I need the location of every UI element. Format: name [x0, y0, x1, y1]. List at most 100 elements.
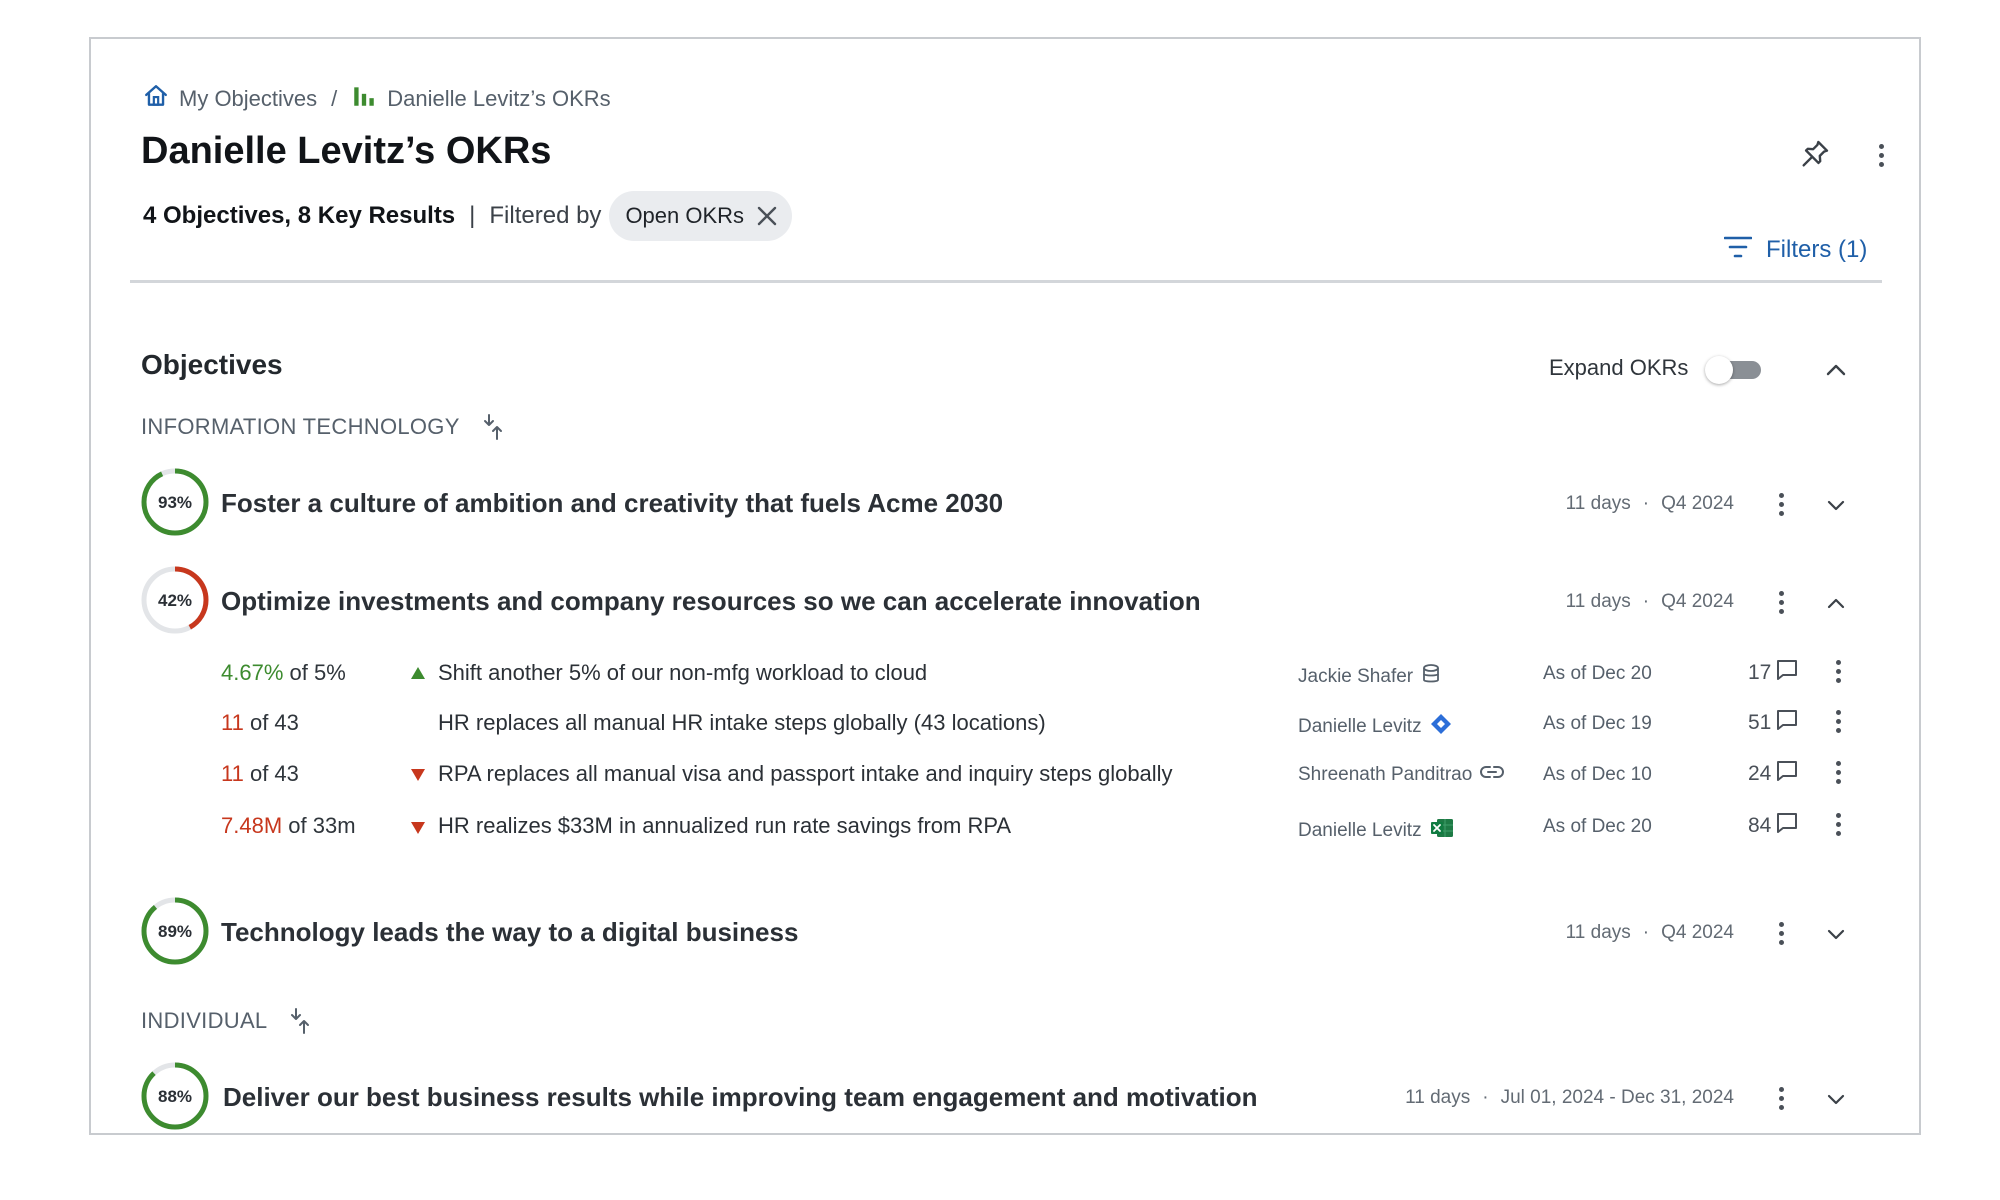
kr-value: 11 of 43	[221, 710, 299, 736]
objective-meta: 11 days · Q4 2024	[1566, 922, 1734, 944]
breadcrumb-home-label: My Objectives	[179, 86, 318, 111]
kr-as-of: As of Dec 10	[1543, 764, 1652, 785]
objective-title[interactable]: Optimize investments and company resourc…	[221, 586, 1201, 617]
kr-target: of 43	[249, 761, 299, 786]
toggle-knob	[1705, 356, 1733, 384]
filter-icon	[1723, 235, 1753, 266]
kr-owner-name: Danielle Levitz	[1298, 716, 1422, 737]
kr-current: 11	[221, 761, 244, 786]
sort-icon[interactable]	[480, 412, 506, 442]
objective-period: Q4 2024	[1661, 922, 1734, 943]
progress-ring: 88%	[141, 1062, 209, 1130]
objective-kebab-menu-icon[interactable]	[1771, 487, 1791, 521]
kr-owner-name: Jackie Shafer	[1298, 666, 1414, 687]
objective-meta: 11 days · Q4 2024	[1566, 591, 1734, 613]
kr-kebab-menu-icon[interactable]	[1828, 706, 1848, 736]
objective-period: Jul 01, 2024 - Dec 31, 2024	[1500, 1087, 1734, 1108]
summary-separator: |	[469, 202, 476, 229]
breadcrumb-home-link[interactable]: My Objectives	[143, 83, 317, 115]
close-icon[interactable]	[756, 205, 778, 227]
kr-kebab-menu-icon[interactable]	[1828, 757, 1848, 787]
kr-title[interactable]: Shift another 5% of our non-mfg workload…	[438, 660, 927, 686]
trend-down-icon	[411, 769, 425, 781]
kr-title[interactable]: RPA replaces all manual visa and passpor…	[438, 761, 1173, 787]
header-divider	[130, 280, 1882, 283]
objective-period: Q4 2024	[1661, 493, 1734, 514]
kr-kebab-menu-icon[interactable]	[1828, 809, 1848, 839]
pin-icon[interactable]	[1796, 135, 1834, 173]
comment-count: 17	[1748, 661, 1772, 684]
okr-card: My Objectives / Danielle Levitz’s OKRs D…	[89, 37, 1921, 1135]
progress-percent: 42%	[158, 591, 192, 610]
collapse-section-chevron-up-icon[interactable]	[1821, 355, 1851, 385]
kr-target: of 33m	[288, 813, 356, 838]
objective-meta: 11 days · Q4 2024	[1566, 493, 1734, 515]
expand-chevron-down-icon[interactable]	[1821, 490, 1851, 520]
kr-owner[interactable]: Shreenath Panditrao	[1298, 764, 1505, 786]
meta-separator: ·	[1642, 922, 1650, 943]
progress-percent: 93%	[158, 493, 192, 512]
filters-button[interactable]: Filters (1)	[1723, 235, 1867, 266]
kr-owner-name: Danielle Levitz	[1298, 820, 1422, 841]
objective-kebab-menu-icon[interactable]	[1771, 585, 1791, 619]
group-individual: INDIVIDUAL	[141, 1006, 313, 1036]
objective-days: 11 days	[1405, 1087, 1471, 1108]
jira-icon	[1430, 713, 1452, 741]
kr-value: 11 of 43	[221, 761, 299, 787]
objective-kebab-menu-icon[interactable]	[1771, 1081, 1791, 1115]
expand-okrs-label: Expand OKRs	[1549, 355, 1689, 380]
objective-days: 11 days	[1565, 591, 1631, 612]
breadcrumb: My Objectives / Danielle Levitz’s OKRs	[143, 82, 611, 116]
kr-owner[interactable]: Danielle Levitz	[1298, 817, 1454, 845]
comment-icon	[1775, 759, 1799, 789]
kr-owner[interactable]: Danielle Levitz	[1298, 713, 1452, 741]
filtered-by-label: Filtered by	[489, 202, 602, 229]
objective-title[interactable]: Deliver our best business results while …	[223, 1082, 1257, 1113]
comment-icon	[1775, 708, 1799, 738]
kr-current: 7.48M	[221, 813, 283, 838]
summary-line: 4 Objectives, 8 Key Results | Filtered b…	[143, 191, 793, 241]
breadcrumb-current[interactable]: Danielle Levitz’s OKRs	[351, 83, 611, 115]
page-title: Danielle Levitz’s OKRs	[141, 130, 552, 172]
objective-kebab-menu-icon[interactable]	[1771, 916, 1791, 950]
meta-separator: ·	[1642, 591, 1650, 612]
excel-icon	[1430, 817, 1454, 845]
kr-comments[interactable]: 51	[1748, 708, 1799, 738]
kr-as-of: As of Dec 19	[1543, 713, 1652, 734]
group-information-technology: INFORMATION TECHNOLOGY	[141, 412, 506, 442]
kr-as-of: As of Dec 20	[1543, 663, 1652, 684]
kr-comments[interactable]: 84	[1748, 811, 1799, 841]
kr-current: 11	[221, 710, 244, 735]
more-options-icon[interactable]	[1866, 137, 1896, 173]
meta-separator: ·	[1642, 493, 1650, 514]
kr-comments[interactable]: 24	[1748, 759, 1799, 789]
group-label: INDIVIDUAL	[141, 1008, 268, 1033]
sort-icon[interactable]	[287, 1006, 313, 1036]
trend-up-icon	[411, 667, 425, 679]
kr-current: 4.67%	[221, 660, 284, 685]
kr-owner-name: Shreenath Panditrao	[1298, 764, 1473, 785]
progress-percent: 88%	[158, 1087, 192, 1106]
okr-count: 4 Objectives, 8 Key Results	[143, 202, 456, 229]
expand-okrs-toggle[interactable]	[1705, 356, 1763, 384]
objective-title[interactable]: Technology leads the way to a digital bu…	[221, 917, 798, 948]
kr-target: of 5%	[289, 660, 346, 685]
expand-chevron-down-icon[interactable]	[1821, 919, 1851, 949]
collapse-chevron-up-icon[interactable]	[1821, 588, 1851, 618]
comment-icon	[1775, 811, 1799, 841]
breadcrumb-current-label: Danielle Levitz’s OKRs	[387, 86, 611, 111]
comment-count: 84	[1748, 814, 1772, 837]
bar-chart-icon	[351, 83, 377, 115]
kr-title[interactable]: HR realizes $33M in annualized run rate …	[438, 813, 1011, 839]
kr-title[interactable]: HR replaces all manual HR intake steps g…	[438, 710, 1046, 736]
kr-comments[interactable]: 17	[1748, 658, 1799, 688]
kr-kebab-menu-icon[interactable]	[1828, 656, 1848, 686]
objective-title[interactable]: Foster a culture of ambition and creativ…	[221, 488, 1003, 519]
expand-chevron-down-icon[interactable]	[1821, 1084, 1851, 1114]
comment-count: 24	[1748, 762, 1772, 785]
database-icon	[1421, 663, 1441, 691]
kr-owner[interactable]: Jackie Shafer	[1298, 663, 1441, 691]
kr-value: 7.48M of 33m	[221, 813, 356, 839]
filter-chip-open-okrs[interactable]: Open OKRs	[609, 191, 793, 241]
link-icon	[1480, 764, 1505, 786]
